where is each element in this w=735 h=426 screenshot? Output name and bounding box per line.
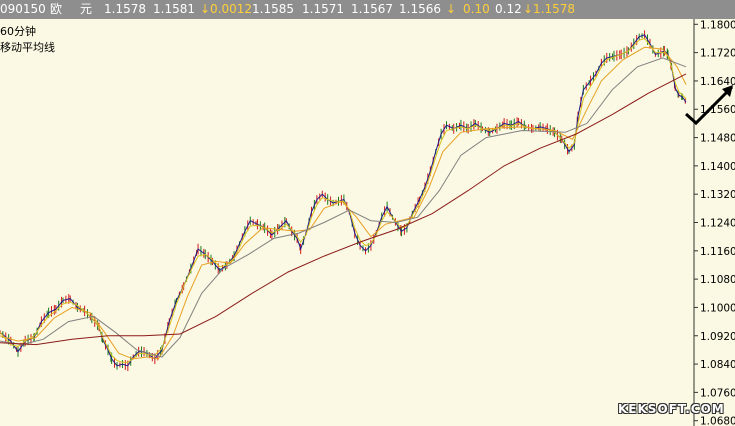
quote-prev: 1.1567 [351, 2, 393, 16]
y-tick-label: 1.1240 [700, 218, 735, 230]
quote-ref: ↓1.1578 [523, 2, 576, 16]
y-tick-label: 1.1640 [700, 76, 735, 88]
quote-name-2: 元 [80, 2, 93, 16]
y-tick-label: 1.1080 [700, 274, 735, 286]
y-tick-label: 1.0840 [700, 359, 735, 371]
quote-name-1: 欧 [50, 2, 63, 16]
series-line-price [0, 34, 687, 367]
indicator-label: 移动平均线 [0, 41, 55, 54]
quote-change: ↓0.0012 [200, 2, 253, 16]
y-tick-label: 1.1320 [700, 189, 735, 201]
y-tick-label: 1.1000 [700, 302, 735, 314]
y-tick-label: 1.1800 [700, 19, 735, 31]
quote-high: 1.1585 [252, 2, 294, 16]
series-layer [0, 30, 687, 372]
watermark-logo: KEKSOFT.COM [618, 402, 725, 416]
y-tick-label: 1.0920 [700, 331, 735, 343]
y-tick-label: 1.1720 [700, 48, 735, 60]
quote-open: 1.1581 [153, 2, 195, 16]
period-label: 60分钟 [0, 25, 36, 38]
quote-amp: 0.12 [495, 2, 522, 16]
chart-window: 090150 欧 元 1.1578 1.1581 ↓0.0012 1.1585 … [0, 0, 735, 426]
y-tick-label: 1.1160 [700, 246, 735, 258]
y-tick-label: 1.0760 [700, 387, 735, 399]
quote-last: 1.1578 [104, 2, 146, 16]
series-line-ma20 [0, 57, 687, 358]
quote-low: 1.1571 [302, 2, 344, 16]
y-tick-label: 1.1480 [700, 133, 735, 145]
quote-current: 1.1566 [399, 2, 441, 16]
y-tick-label: 1.0680 [700, 416, 735, 426]
quote-bar: 090150 欧 元 1.1578 1.1581 ↓0.0012 1.1585 … [0, 0, 735, 19]
y-axis: 1.18001.17201.16401.15601.14801.14001.13… [694, 19, 735, 426]
quote-code: 090150 [0, 2, 46, 16]
quote-pct: 0.10 [463, 2, 490, 16]
quote-arrow: ↓ [446, 2, 457, 16]
series-line-ma60 [0, 73, 687, 346]
y-tick-label: 1.1400 [700, 161, 735, 173]
price-chart: 1.18001.17201.16401.15601.14801.14001.13… [0, 19, 735, 426]
